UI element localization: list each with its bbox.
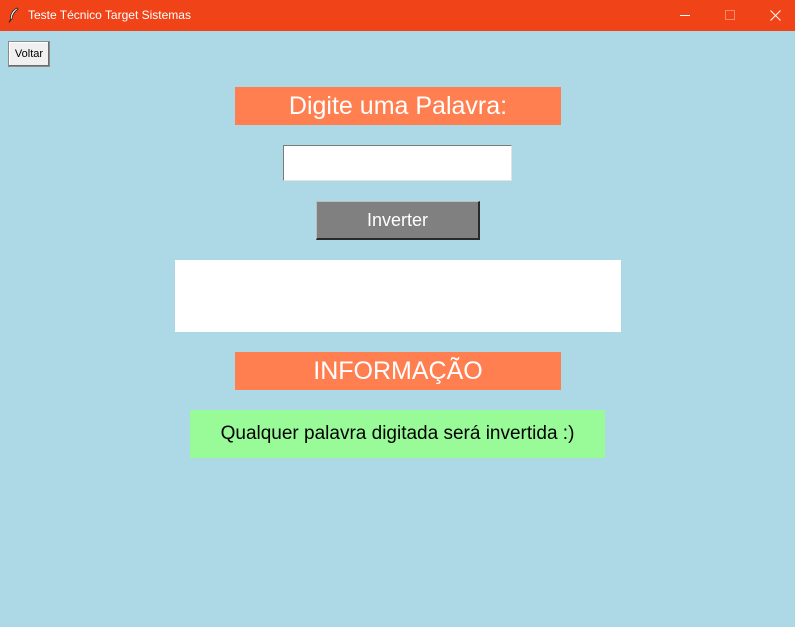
page-title: Digite uma Palavra: [235,87,561,125]
back-button[interactable]: Voltar [8,41,50,67]
result-display [175,260,621,332]
maximize-icon [725,10,735,20]
feather-icon [7,7,21,23]
window-title: Teste Técnico Target Sistemas [28,8,191,22]
invert-button[interactable]: Inverter [316,201,480,240]
info-heading: INFORMAÇÃO [235,352,561,390]
app-window: Teste Técnico Target Sistemas Voltar Dig… [0,0,795,627]
close-button[interactable] [752,0,795,31]
title-bar[interactable]: Teste Técnico Target Sistemas [0,0,795,31]
minimize-button[interactable] [662,0,708,31]
minimize-icon [680,15,690,16]
maximize-button[interactable] [707,0,753,31]
word-input[interactable] [283,145,512,181]
close-icon [770,10,781,21]
info-message: Qualquer palavra digitada será invertida… [190,410,605,458]
